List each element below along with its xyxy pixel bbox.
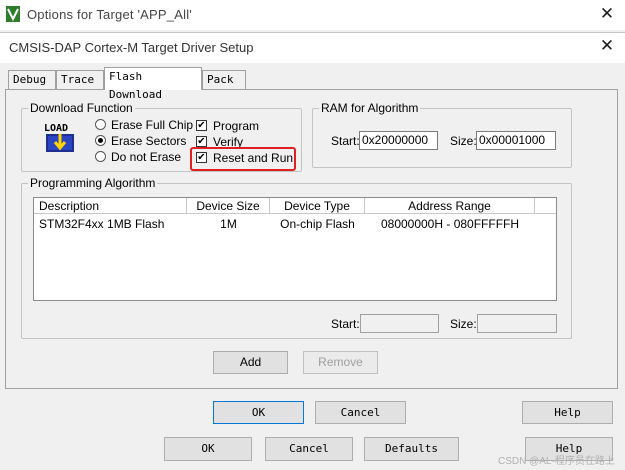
col-header-description[interactable]: Description: [34, 198, 187, 214]
ram-for-algorithm-label: RAM for Algorithm: [319, 101, 421, 115]
col-header-device-size[interactable]: Device Size: [187, 198, 270, 214]
load-icon: LOAD: [43, 121, 77, 153]
ram-start-label: Start:: [331, 134, 360, 148]
dialog-ok-button[interactable]: OK: [213, 401, 304, 424]
ram-size-field[interactable]: 0x00001000: [476, 131, 556, 150]
erase-full-chip-label: Erase Full Chip: [111, 118, 194, 132]
row-description: STM32F4xx 1MB Flash: [39, 217, 165, 231]
dialog-title: CMSIS-DAP Cortex-M Target Driver Setup: [9, 40, 254, 55]
outer-ok-button[interactable]: OK: [164, 437, 252, 461]
col-header-address-range[interactable]: Address Range: [365, 198, 535, 214]
dialog-help-button[interactable]: Help: [522, 401, 613, 424]
erase-sectors-label: Erase Sectors: [111, 134, 187, 148]
outer-cancel-button[interactable]: Cancel: [265, 437, 353, 461]
row-address-range: 08000000H - 080FFFFFH: [380, 217, 520, 231]
remove-button[interactable]: Remove: [303, 351, 378, 374]
col-header-filler: [535, 198, 556, 214]
watermark: CSDN @AL-程序员在路上: [498, 456, 615, 467]
erase-sectors-radio[interactable]: [95, 135, 106, 146]
tab-debug[interactable]: Debug: [8, 70, 56, 89]
col-header-device-type[interactable]: Device Type: [270, 198, 365, 214]
dialog-cancel-button[interactable]: Cancel: [315, 401, 406, 424]
outer-window-title: Options for Target 'APP_All': [27, 7, 192, 22]
tab-pack[interactable]: Pack: [202, 70, 246, 89]
row-device-size: 1M: [220, 217, 237, 231]
do-not-erase-radio[interactable]: [95, 151, 106, 162]
tab-trace[interactable]: Trace: [56, 70, 104, 89]
dialog-close-icon[interactable]: ✕: [598, 37, 616, 55]
do-not-erase-label: Do not Erase: [111, 150, 182, 164]
verify-checkbox[interactable]: ✔: [196, 136, 207, 147]
ram-start-field[interactable]: 0x20000000: [359, 131, 438, 150]
outer-defaults-button[interactable]: Defaults: [364, 437, 459, 461]
load-icon-text: LOAD: [44, 123, 68, 134]
ram-size-label: Size:: [450, 134, 477, 148]
erase-full-chip-radio[interactable]: [95, 119, 106, 130]
program-label: Program: [213, 119, 260, 133]
programming-algorithm-label: Programming Algorithm: [28, 176, 158, 190]
add-button[interactable]: Add: [213, 351, 288, 374]
uvision-app-icon: [6, 6, 20, 22]
algo-start-field[interactable]: [360, 314, 439, 333]
program-checkbox[interactable]: ✔: [196, 120, 207, 131]
algo-start-label: Start:: [331, 317, 360, 331]
outer-close-icon[interactable]: ✕: [598, 5, 616, 23]
algo-size-field[interactable]: [477, 314, 557, 333]
row-device-type: On-chip Flash: [280, 217, 355, 231]
reset-and-run-highlight: [190, 147, 296, 171]
algo-size-label: Size:: [450, 317, 477, 331]
tab-flash-download[interactable]: Flash Download: [104, 67, 202, 101]
